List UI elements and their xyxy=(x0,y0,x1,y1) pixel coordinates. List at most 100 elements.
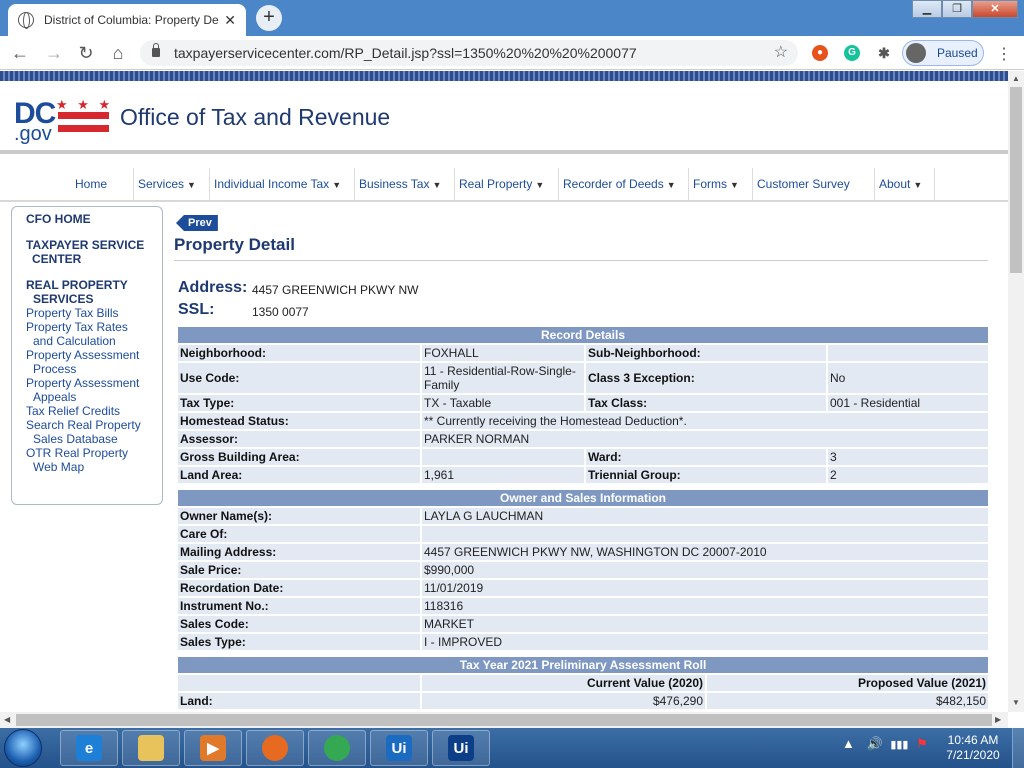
nav-item-home[interactable]: Home xyxy=(0,168,134,200)
field-label: Owner Name(s): xyxy=(178,508,420,524)
network-icon[interactable]: ▮▮▮ xyxy=(890,739,908,751)
nav-item-customer-survey[interactable]: Customer Survey xyxy=(753,168,875,200)
taskbar-app-media-player[interactable]: ▶ xyxy=(184,730,242,766)
sidebar-link[interactable]: Property Tax Bills xyxy=(26,306,162,320)
taskbar-app-firefox[interactable] xyxy=(246,730,304,766)
sidebar-link[interactable]: Property Assessment Process xyxy=(26,348,162,376)
show-desktop-button[interactable] xyxy=(1012,728,1024,768)
sidebar-link-text: Property Tax Bills xyxy=(26,306,119,320)
field-label: Sale Price: xyxy=(178,562,420,578)
taskbar-app-uipath-1[interactable]: Ui xyxy=(370,730,428,766)
taskbar-app-chrome[interactable] xyxy=(308,730,366,766)
scroll-up-icon[interactable]: ▲ xyxy=(1012,74,1020,83)
nav-item-recorder-of-deeds[interactable]: Recorder of Deeds ▼ xyxy=(559,168,689,200)
browser-menu-icon[interactable]: ⋮ xyxy=(996,44,1012,64)
sidebar-real-property-services-2[interactable]: SERVICES xyxy=(26,292,162,306)
nav-item-business-tax[interactable]: Business Tax ▼ xyxy=(355,168,455,200)
extensions-puzzle-icon[interactable]: ✱ xyxy=(876,45,892,61)
field-label: Triennial Group: xyxy=(586,467,826,483)
sidebar-cfo-home[interactable]: CFO HOME xyxy=(26,212,162,226)
extension-fire-icon[interactable]: ● xyxy=(812,45,828,61)
action-center-icon[interactable]: ⚑ xyxy=(916,736,928,751)
caret-down-icon: ▼ xyxy=(187,180,196,190)
logo-bar xyxy=(58,112,109,119)
prev-button[interactable]: Prev xyxy=(176,215,218,231)
ie-icon: e xyxy=(76,735,102,761)
table-row: Land: $476,290 $482,150 xyxy=(178,693,988,709)
caret-down-icon: ▼ xyxy=(535,180,545,190)
restore-button[interactable]: ❐ xyxy=(942,0,972,18)
field-value: 2 xyxy=(828,467,988,483)
new-tab-button[interactable]: + xyxy=(256,5,282,31)
field-label: Sales Type: xyxy=(178,634,420,650)
field-label: Tax Class: xyxy=(586,395,826,411)
sidebar-link-text: Search Real Property xyxy=(26,418,141,432)
scroll-left-icon[interactable]: ◀ xyxy=(4,715,10,724)
header-stripe xyxy=(0,71,1008,81)
close-window-button[interactable]: ✕ xyxy=(972,0,1018,18)
sidebar-links: Property Tax Bills Property Tax Rates and … xyxy=(26,306,162,474)
owner-sales-header: Owner and Sales Information xyxy=(178,490,988,506)
horizontal-scrollbar[interactable]: ◀ ▶ xyxy=(0,712,1008,728)
system-tray: ▲ 🔊 ▮▮▮ ⚑ xyxy=(842,736,928,752)
sidebar-link[interactable]: Property Assessment Appeals xyxy=(26,376,162,404)
nav-item-label: Services xyxy=(138,177,185,191)
field-label: Gross Building Area: xyxy=(178,449,420,465)
sidebar-link[interactable]: Property Tax Rates and Calculation xyxy=(26,320,162,348)
grammarly-extension-icon[interactable]: G xyxy=(844,45,860,61)
table-row: Care Of: xyxy=(178,526,988,542)
profile-button[interactable]: Paused xyxy=(902,40,984,66)
horizontal-scroll-thumb[interactable] xyxy=(16,714,992,726)
browser-tab[interactable]: District of Columbia: Property De ✕ xyxy=(8,4,246,36)
taskbar-app-uipath-2[interactable]: Ui xyxy=(432,730,490,766)
caret-down-icon: ▼ xyxy=(666,180,676,190)
chrome-icon xyxy=(324,735,350,761)
scroll-down-icon[interactable]: ▼ xyxy=(1012,698,1020,707)
taskbar-app-explorer[interactable] xyxy=(122,730,180,766)
forward-button[interactable]: → xyxy=(42,41,66,65)
tray-expand-icon[interactable]: ▲ xyxy=(842,736,855,751)
sidebar-link[interactable]: Search Real Property Sales Database xyxy=(26,418,162,446)
sidebar-link[interactable]: OTR Real Property Web Map xyxy=(26,446,162,474)
field-label: Tax Type: xyxy=(178,395,420,411)
tab-close-icon[interactable]: ✕ xyxy=(224,12,236,29)
nav-item-forms[interactable]: Forms ▼ xyxy=(689,168,753,200)
bookmark-star-icon[interactable]: ☆ xyxy=(774,40,788,66)
volume-icon[interactable]: 🔊 xyxy=(867,736,883,751)
home-button[interactable]: ⌂ xyxy=(106,41,130,65)
sidebar-link-text: Sales Database xyxy=(33,432,118,446)
field-label: Mailing Address: xyxy=(178,544,420,560)
sidebar-taxpayer-service[interactable]: TAXPAYER SERVICE xyxy=(26,238,162,252)
nav-item-services[interactable]: Services ▼ xyxy=(134,168,210,200)
start-button[interactable] xyxy=(4,729,42,767)
taskbar-clock[interactable]: 10:46 AM 7/21/2020 xyxy=(940,733,1006,763)
scroll-right-icon[interactable]: ▶ xyxy=(995,715,1001,724)
back-button[interactable]: ← xyxy=(8,41,32,65)
sidebar-real-property-services[interactable]: REAL PROPERTY xyxy=(26,278,162,292)
nav-item-individual-income-tax[interactable]: Individual Income Tax ▼ xyxy=(210,168,355,200)
current-value: $476,290 xyxy=(422,693,705,709)
nav-item-about[interactable]: About ▼ xyxy=(875,168,935,200)
field-value: $990,000 xyxy=(422,562,988,578)
field-label: Land Area: xyxy=(178,467,420,483)
main-nav: Home Services ▼ Individual Income Tax ▼ Busin… xyxy=(0,168,935,200)
nav-item-real-property[interactable]: Real Property ▼ xyxy=(455,168,559,200)
vertical-scrollbar[interactable]: ▲ ▼ xyxy=(1008,71,1024,712)
browser-titlebar: District of Columbia: Property De ✕ + ▁ … xyxy=(0,0,1024,36)
page-title: Property Detail xyxy=(174,235,295,254)
field-value: No xyxy=(828,363,988,393)
reload-button[interactable]: ↻ xyxy=(74,41,98,65)
table-row: Homestead Status: ** Currently receiving … xyxy=(178,413,988,429)
nav-item-label: Business Tax xyxy=(359,177,430,191)
field-label: Sub-Neighborhood: xyxy=(586,345,826,361)
sidebar-link[interactable]: Tax Relief Credits xyxy=(26,404,162,418)
field-value: 11 - Residential-Row-Single-Family xyxy=(422,363,584,393)
logo-stars: ★ ★ ★ xyxy=(56,97,114,112)
lock-icon[interactable] xyxy=(152,43,160,57)
address-bar[interactable]: taxpayerservicecenter.com/RP_Detail.jsp?… xyxy=(140,40,798,66)
vertical-scroll-thumb[interactable] xyxy=(1010,87,1022,273)
taskbar-app-ie[interactable]: e xyxy=(60,730,118,766)
field-value: 1,961 xyxy=(422,467,584,483)
sidebar-taxpayer-service-2[interactable]: CENTER xyxy=(26,252,162,266)
minimize-button[interactable]: ▁ xyxy=(912,0,942,18)
